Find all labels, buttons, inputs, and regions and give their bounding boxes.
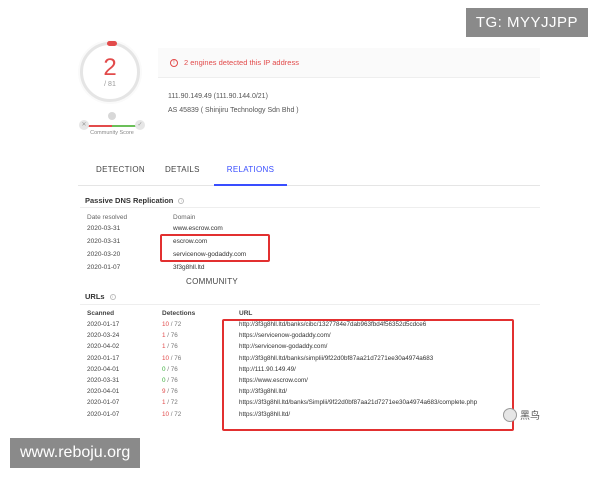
detection-count: 1 [162,343,166,351]
url-scanned-date: 2020-01-07 [87,399,120,407]
tab-relations[interactable]: RELATIONS [213,156,288,186]
col-url: URL [239,310,253,317]
bird-logo-icon [503,407,517,422]
detection-count: 1 [162,399,166,407]
detection-count: 0 [162,365,166,373]
community-badge-icon [108,112,116,120]
urls-title: URLs i [85,292,116,301]
dns-row: 2020-03-31 escrow.com [87,238,527,250]
url-scanned-date: 2020-04-01 [87,365,120,373]
watermark-top: TG: MYYJJPP [465,8,588,37]
url-scanned-date: 2020-03-24 [87,332,120,340]
watermark-logo-text: 黑鸟 [520,411,540,422]
dns-domain-link[interactable]: 3f3g8hll.ltd [173,264,204,271]
url-scanned-date: 2020-04-01 [87,388,120,396]
detection-total: / 72 [170,410,182,418]
divider [80,207,540,208]
tab-bar: DETECTION DETAILS RELATIONS COMMUNITY [78,156,540,286]
url-detections: 0 / 76 [162,377,178,384]
detection-total: / 76 [167,388,178,396]
highlight-box [222,319,514,431]
score-total: / 81 [104,81,116,88]
col-scanned: Scanned [87,310,115,317]
dns-row: 2020-03-20 servicenow-godaddy.com [87,251,527,263]
url-detections: 9 / 76 [162,388,178,395]
detection-total: / 76 [167,377,178,384]
url-detections: 0 / 76 [162,366,178,373]
detection-banner-text: 2 engines detected this IP address [184,58,299,67]
detection-count: 10 [162,410,170,418]
dns-domain-link[interactable]: www.escrow.com [173,225,223,232]
url-scanned-date: 2020-01-17 [87,321,120,328]
detection-total: / 72 [167,399,178,407]
alert-icon: ! [170,58,178,67]
url-detections: 1 / 76 [162,343,178,350]
detection-total: / 72 [170,321,182,328]
url-detections: 1 / 76 [162,332,178,339]
watermark-bottom: www.reboju.org [10,438,141,468]
tab-details[interactable]: DETAILS [155,156,210,186]
page: 2 / 81 ✕ ✓ Community Score ! 2 engines d… [0,0,600,480]
detection-total: / 76 [170,354,182,362]
dns-row: 2020-01-07 3f3g8hll.ltd [87,264,527,276]
passive-dns-title-text: Passive DNS Replication [85,196,174,205]
info-icon[interactable]: i [178,197,185,204]
passive-dns-title: Passive DNS Replication i [85,196,185,205]
url-detections: 10 / 76 [162,355,181,362]
detection-count: 9 [162,388,166,396]
url-scanned-date: 2020-04-02 [87,343,120,351]
detection-total: / 76 [167,365,178,373]
url-detections: 10 / 72 [162,411,181,418]
dns-row: 2020-03-31 www.escrow.com [87,225,527,237]
community-score-label: Community Score [90,130,134,136]
watermark-logo: 黑鸟 [503,407,540,422]
tab-detection[interactable]: DETECTION [86,156,155,186]
info-icon[interactable]: i [109,293,116,300]
url-detections: 10 / 72 [162,321,181,328]
detection-total: / 76 [167,343,178,351]
dns-date: 2020-03-31 [87,225,121,232]
detection-total: / 76 [167,332,178,340]
dns-date: 2020-03-20 [87,251,121,258]
detection-count: 0 [162,377,166,384]
dns-date: 2020-01-07 [87,264,121,271]
community-score-bar [82,125,142,127]
highlight-box [160,234,270,262]
detection-count: 10 [162,321,170,328]
dns-date: 2020-03-31 [87,238,121,245]
divider [80,304,540,305]
col-detections: Detections [162,310,196,317]
ip-info: 111.90.149.49 (111.90.144.0/21) AS 45839… [168,90,299,118]
asn-line[interactable]: AS 45839 ( Shinjiru Technology Sdn Bhd ) [168,104,299,118]
detection-score: 2 / 81 [80,41,144,102]
urls-title-text: URLs [85,292,105,301]
detection-count: 10 [162,354,170,362]
url-detections: 1 / 72 [162,399,178,406]
url-scanned-date: 2020-01-07 [87,410,120,418]
col-date-resolved: Date resolved [87,214,128,221]
ip-address-line: 111.90.149.49 (111.90.144.0/21) [168,93,268,100]
detection-banner: ! 2 engines detected this IP address [158,48,540,78]
col-domain: Domain [173,214,196,221]
score-value: 2 [103,54,117,81]
score-circle: 2 / 81 [80,41,140,102]
detection-count: 1 [162,332,166,340]
url-scanned-date: 2020-03-31 [87,377,120,384]
community-score: ✕ ✓ Community Score [79,112,145,136]
url-scanned-date: 2020-01-17 [87,354,120,362]
